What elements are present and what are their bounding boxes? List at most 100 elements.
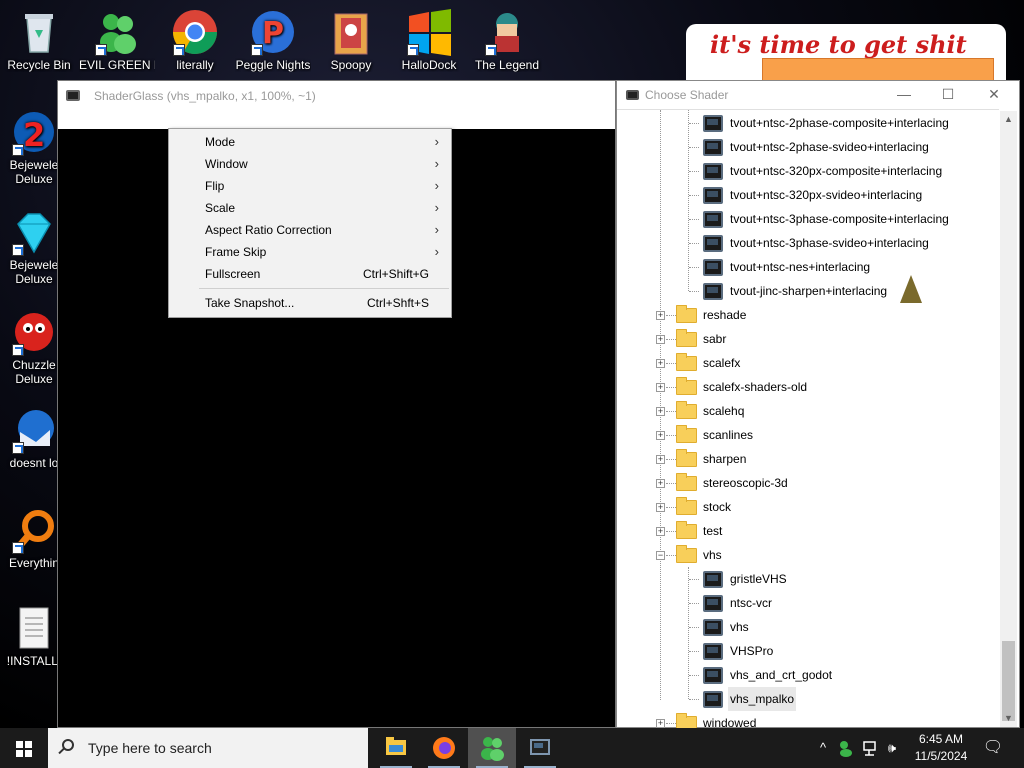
svg-text:P: P — [262, 16, 284, 51]
expand-plus-icon[interactable]: + — [656, 431, 665, 440]
desktop-icon-spoopy[interactable]: Spoopy — [313, 8, 389, 72]
desktop-icon-hallodock[interactable]: HalloDock — [391, 8, 467, 72]
tree-item-shader[interactable]: ntsc-vcr — [617, 591, 997, 615]
tree-folder-stock[interactable]: + stock — [617, 495, 997, 519]
scroll-down-arrow-icon[interactable]: ▼ — [1000, 710, 1017, 727]
expand-plus-icon[interactable]: + — [656, 335, 665, 344]
tree-folder-sharpen[interactable]: + sharpen — [617, 447, 997, 471]
tree-folder-reshade[interactable]: + reshade — [617, 303, 997, 327]
tree-folder-scalefx-shaders-old[interactable]: + scalefx-shaders-old — [617, 375, 997, 399]
expand-plus-icon[interactable]: + — [656, 527, 665, 536]
vertical-scrollbar[interactable]: ▲ ▼ — [1000, 111, 1017, 727]
system-clock[interactable]: 6:45 AM 11/5/2024 — [906, 731, 976, 765]
tree-item-shader[interactable]: tvout+ntsc-3phase-svideo+interlacing — [617, 231, 997, 255]
tree-item-shader[interactable]: VHSPro — [617, 639, 997, 663]
menu-item-flip[interactable]: Flip › — [169, 175, 451, 197]
recycle-bin-icon — [15, 8, 63, 56]
volume-icon[interactable]: 🕪 — [882, 728, 902, 768]
tree-item-shader[interactable]: tvout+ntsc-2phase-svideo+interlacing — [617, 135, 997, 159]
desktop-icon-chrome[interactable]: literally — [157, 8, 233, 72]
taskbar: Type here to search ^ 🕪 6:45 AM 11/5/202… — [0, 728, 1024, 768]
everything-search-icon — [10, 506, 58, 554]
menu-item-scale[interactable]: Scale › — [169, 197, 451, 219]
tree-folder-vhs[interactable]: − vhs — [617, 543, 997, 567]
tree-item-shader[interactable]: tvout+ntsc-320px-svideo+interlacing — [617, 183, 997, 207]
collapse-minus-icon[interactable]: − — [656, 551, 665, 560]
desktop-icon-recycle-bin[interactable]: Recycle Bin — [1, 8, 77, 72]
desktop-icon-label: The Legend — [474, 58, 540, 72]
expand-plus-icon[interactable]: + — [656, 479, 665, 488]
expand-plus-icon[interactable]: + — [656, 503, 665, 512]
close-button[interactable]: ✕ — [971, 81, 1017, 109]
tree-folder-sabr[interactable]: + sabr — [617, 327, 997, 351]
thunderbird-icon — [10, 406, 58, 454]
tree-item-shader[interactable]: vhs_and_crt_godot — [617, 663, 997, 687]
folder-icon — [676, 449, 697, 467]
folder-icon — [676, 425, 697, 443]
menu-item-fullscreen[interactable]: Fullscreen Ctrl+Shift+G — [169, 263, 451, 285]
expand-plus-icon[interactable]: + — [656, 311, 665, 320]
taskbar-green-men[interactable] — [468, 728, 516, 768]
menu-item-frame-skip[interactable]: Frame Skip › — [169, 241, 451, 263]
scrollbar-thumb[interactable] — [1002, 641, 1015, 721]
expand-plus-icon[interactable]: + — [656, 455, 665, 464]
peggle-icon: P — [249, 8, 297, 56]
expand-plus-icon[interactable]: + — [656, 719, 665, 728]
menu-item-mode[interactable]: Mode › — [169, 131, 451, 153]
shaderglass-titlebar[interactable]: ShaderGlass (vhs_mpalko, x1, 100%, ~1) — [58, 81, 615, 129]
shaderglass-app-icon — [66, 90, 80, 101]
shortcut-arrow-icon — [12, 542, 24, 554]
tree-folder-test[interactable]: + test — [617, 519, 997, 543]
tree-folder-windowed[interactable]: + windowed — [617, 711, 997, 729]
menu-item-label: Aspect Ratio Correction — [205, 223, 332, 237]
shader-icon — [703, 619, 723, 636]
desktop-icon-peggle-nights[interactable]: P Peggle Nights — [235, 8, 311, 72]
desktop-icon-legend[interactable]: The Legend — [469, 8, 545, 72]
desktop-icon-green-men[interactable]: EVIL GREEN MEN CO — [79, 8, 155, 72]
windows-logo-icon — [405, 8, 453, 56]
taskbar-search-box[interactable]: Type here to search — [48, 728, 368, 768]
show-hidden-icons-chevron[interactable]: ^ — [814, 728, 832, 768]
tree-folder-scanlines[interactable]: + scanlines — [617, 423, 997, 447]
tray-green-men-icon[interactable] — [836, 728, 856, 768]
folder-icon — [676, 473, 697, 491]
expand-plus-icon[interactable]: + — [656, 383, 665, 392]
shader-tree[interactable]: tvout+ntsc-2phase-composite+interlacing … — [617, 109, 999, 729]
tree-folder-scalehq[interactable]: + scalehq — [617, 399, 997, 423]
tree-item-shader[interactable]: tvout+ntsc-nes+interlacing — [617, 255, 997, 279]
maximize-button[interactable]: ☐ — [925, 81, 971, 109]
mouse-cursor-icon — [900, 275, 922, 303]
menu-item-take-snapshot[interactable]: Take Snapshot... Ctrl+Shft+S — [169, 292, 451, 314]
taskbar-firefox[interactable] — [420, 728, 468, 768]
expand-plus-icon[interactable]: + — [656, 407, 665, 416]
folder-icon — [676, 329, 697, 347]
tree-item-shader-selected[interactable]: vhs_mpalko — [617, 687, 997, 711]
menu-separator — [199, 288, 449, 289]
tree-item-shader[interactable]: tvout+ntsc-2phase-composite+interlacing — [617, 111, 997, 135]
scroll-up-arrow-icon[interactable]: ▲ — [1000, 111, 1017, 128]
choose-shader-titlebar[interactable]: Choose Shader — ☐ ✕ — [617, 81, 1019, 109]
chrome-icon — [171, 8, 219, 56]
tree-item-shader[interactable]: vhs — [617, 615, 997, 639]
choose-shader-window[interactable]: Choose Shader — ☐ ✕ tvout+ntsc-2phase-co… — [616, 80, 1020, 729]
start-button[interactable] — [0, 728, 48, 768]
minimize-button[interactable]: — — [881, 81, 927, 109]
desktop-icon-label: literally — [176, 58, 214, 72]
tree-item-shader[interactable]: tvout+ntsc-320px-composite+interlacing — [617, 159, 997, 183]
menu-item-label: Take Snapshot... — [205, 296, 295, 310]
network-icon[interactable] — [860, 728, 880, 768]
submenu-arrow-icon: › — [434, 200, 439, 215]
menu-item-window[interactable]: Window › — [169, 153, 451, 175]
choose-shader-title: Choose Shader — [645, 88, 729, 102]
tree-folder-scalefx[interactable]: + scalefx — [617, 351, 997, 375]
tree-item-shader[interactable]: tvout+ntsc-3phase-composite+interlacing — [617, 207, 997, 231]
notification-center-icon[interactable]: 🗨 — [978, 728, 1008, 768]
submenu-arrow-icon: › — [434, 134, 439, 149]
menu-item-aspect-ratio-correction[interactable]: Aspect Ratio Correction › — [169, 219, 451, 241]
expand-plus-icon[interactable]: + — [656, 359, 665, 368]
taskbar-shaderglass[interactable] — [516, 728, 564, 768]
tree-item-shader[interactable]: gristleVHS — [617, 567, 997, 591]
taskbar-file-explorer[interactable] — [372, 728, 420, 768]
tree-item-shader[interactable]: tvout-jinc-sharpen+interlacing — [617, 279, 997, 303]
tree-folder-stereoscopic-3d[interactable]: + stereoscopic-3d — [617, 471, 997, 495]
